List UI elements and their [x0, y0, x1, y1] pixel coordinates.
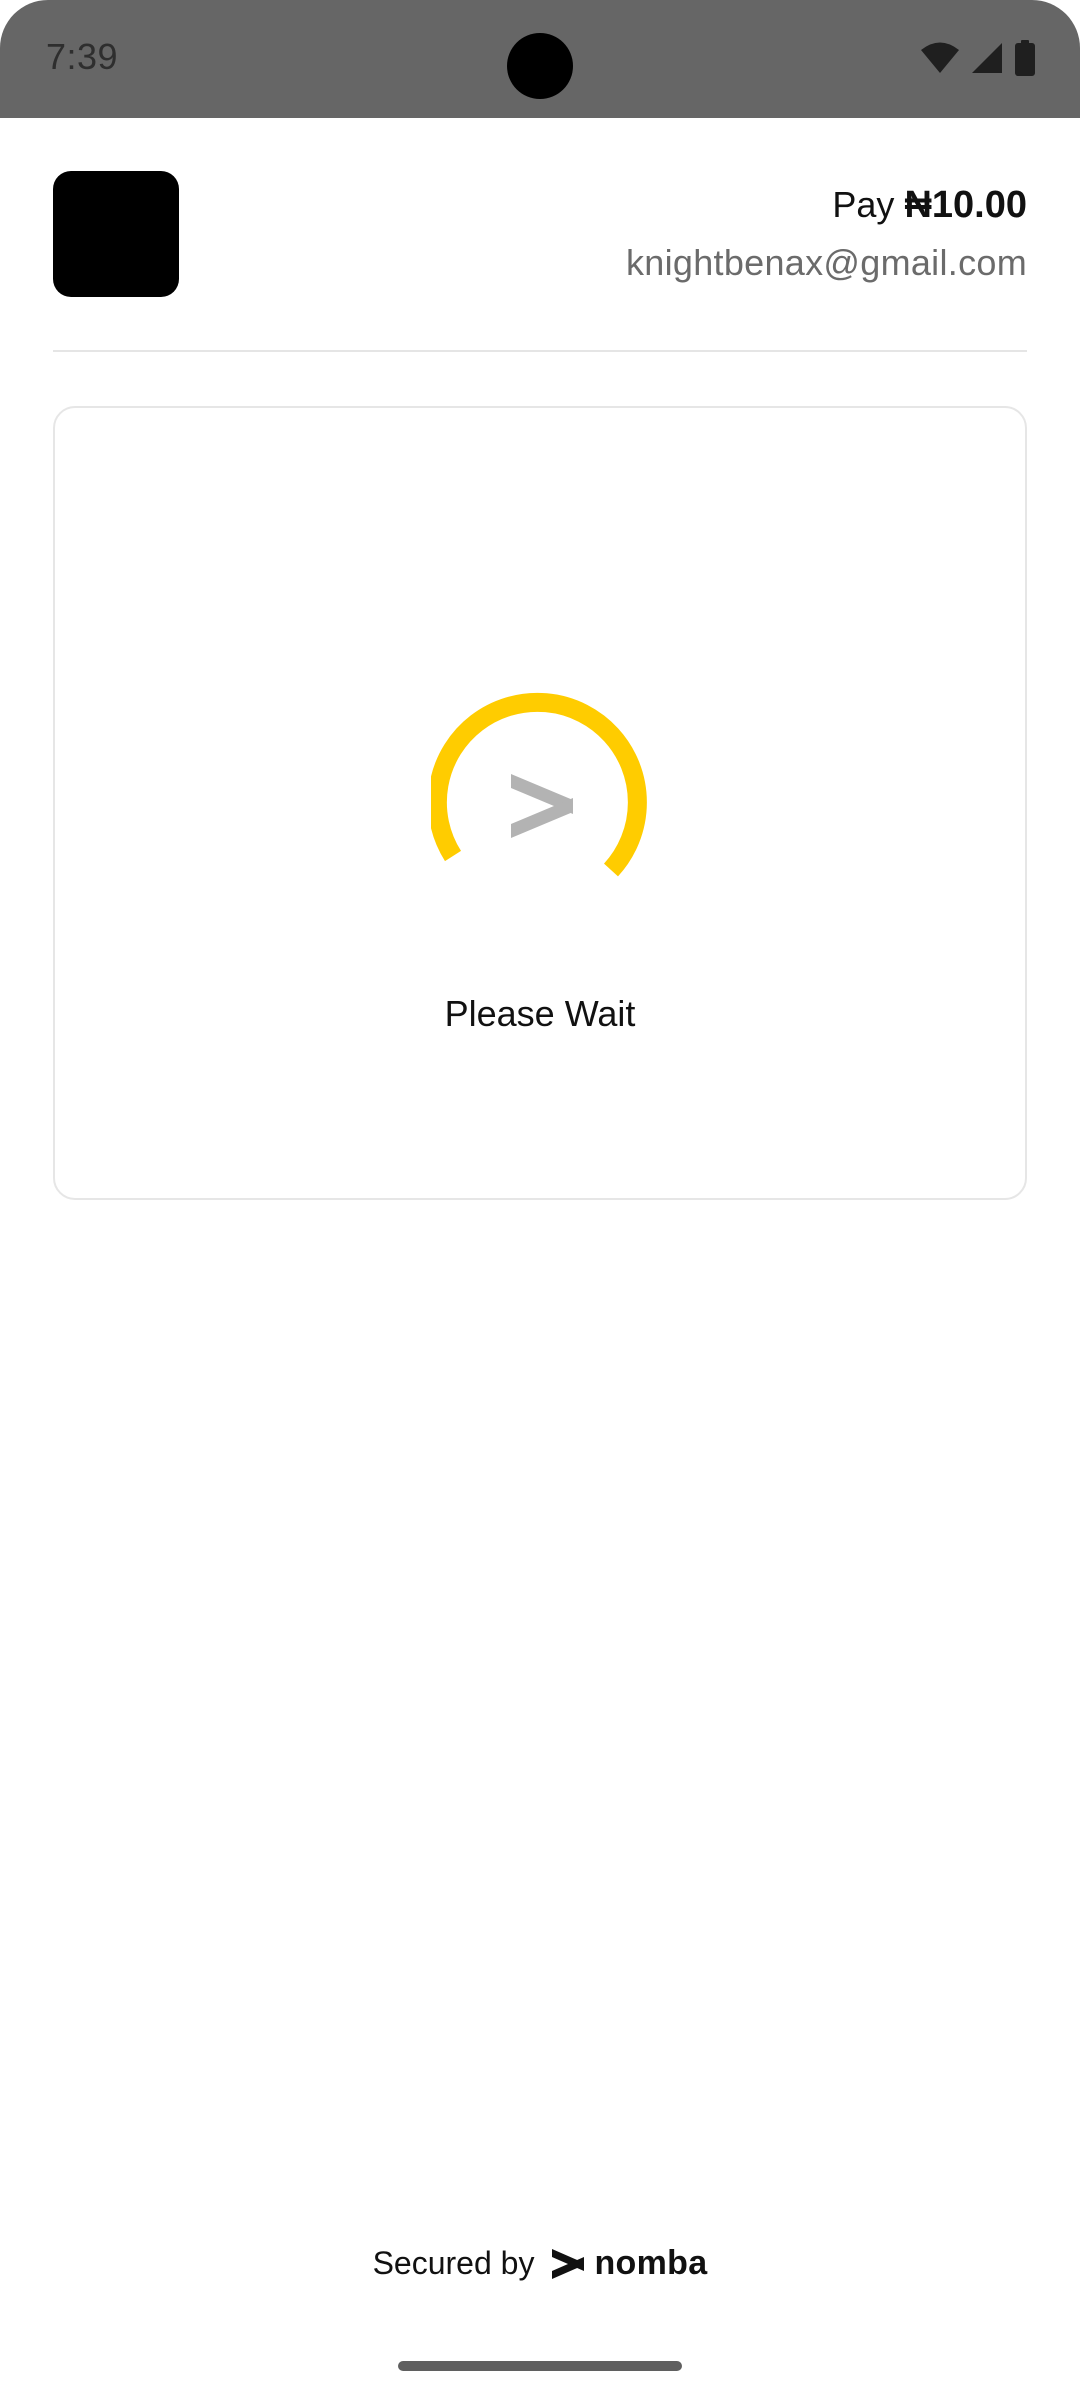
please-wait-message: Please Wait: [444, 993, 636, 1034]
merchant-logo: [53, 171, 179, 297]
wifi-icon: [921, 42, 959, 73]
nomba-logo-icon: [552, 2248, 585, 2279]
status-card: Please Wait: [53, 406, 1027, 1200]
camera-cutout: [507, 33, 573, 99]
secured-by-label: Secured by: [372, 2245, 535, 2281]
nomba-logo-icon: [511, 774, 573, 838]
brand-name: nomba: [594, 2244, 708, 2282]
status-bar: 7:39: [0, 0, 1080, 118]
home-indicator[interactable]: [398, 2361, 682, 2371]
pay-label: Pay: [832, 184, 895, 225]
battery-icon: [1015, 40, 1035, 76]
status-icons: [920, 40, 1036, 76]
header-divider: [53, 350, 1027, 352]
secured-by-footer: Secured by nomba: [0, 2244, 1080, 2283]
pay-summary: Pay ₦10.00: [832, 184, 1027, 227]
screen: 7:39 Pay ₦10.00 knightbenax@gmail.com Pl…: [0, 0, 1080, 2400]
pay-amount: ₦10.00: [904, 184, 1027, 226]
loading-spinner: [431, 692, 647, 877]
cell-signal-icon: [972, 43, 1002, 73]
status-time: 7:39: [46, 36, 119, 77]
payer-email: knightbenax@gmail.com: [625, 242, 1027, 283]
nomba-brand: nomba: [550, 2244, 707, 2283]
